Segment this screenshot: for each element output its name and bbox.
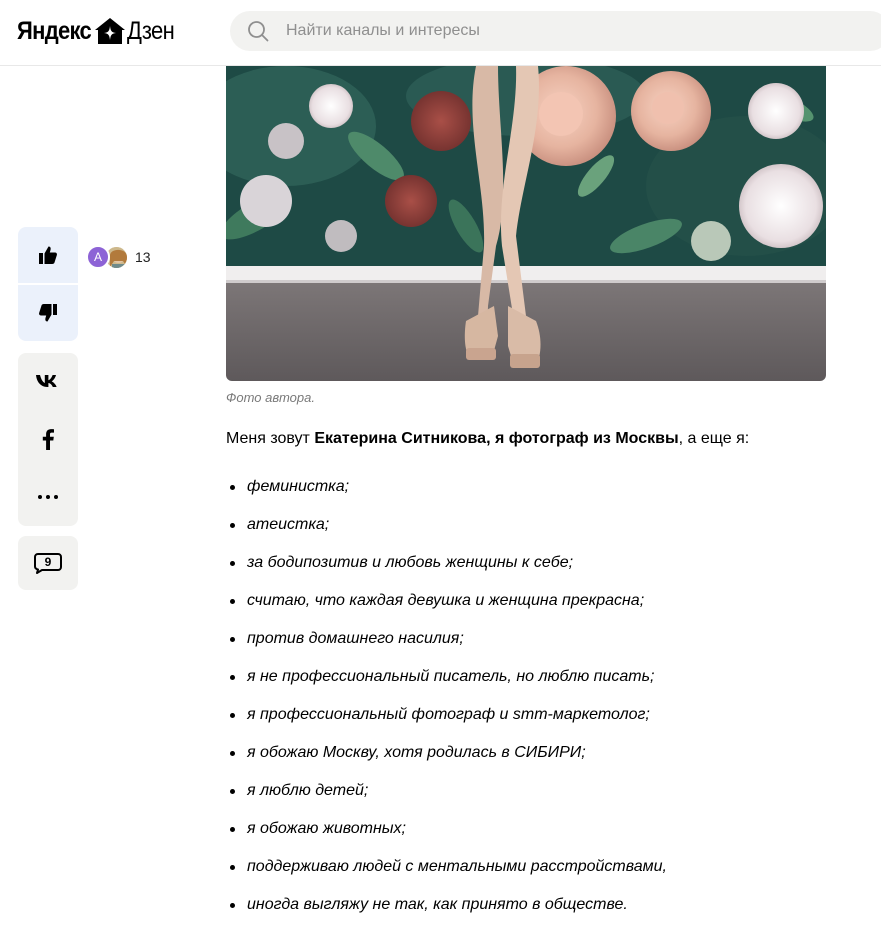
comments-button[interactable]: 9 [18, 536, 78, 590]
like-count: 13 [135, 249, 151, 265]
share-panel [18, 353, 78, 526]
logo-dzen-text: Дзен [127, 16, 175, 45]
vk-icon [36, 375, 57, 387]
thumbs-up-icon [39, 246, 57, 264]
yandex-dzen-logo[interactable]: Яндекс Дзен [17, 14, 181, 48]
facebook-icon [42, 429, 54, 450]
list-item: за бодипозитив и любовь женщины к себе; [226, 554, 667, 592]
intro-suffix: , а еще я: [678, 430, 750, 447]
list-item: считаю, что каждая девушка и женщина пре… [226, 592, 667, 630]
list-item: я не профессиональный писатель, но люблю… [226, 668, 667, 706]
list-item: феминистка; [226, 478, 667, 516]
list-item: я обожаю животных; [226, 820, 667, 858]
share-vk-button[interactable] [18, 353, 78, 409]
comment-counter: 9 [33, 552, 63, 574]
comments-count: 9 [44, 555, 52, 569]
share-facebook-button[interactable] [18, 411, 78, 467]
list-item: иногда выгляжу не так, как принято в общ… [226, 896, 667, 929]
more-icon [38, 495, 58, 499]
list-item: я обожаю Москву, хотя родилась в СИБИРИ; [226, 744, 667, 782]
article-intro: Меня зовут Екатерина Ситникова, я фотогр… [226, 430, 749, 448]
dislike-button[interactable] [18, 285, 78, 341]
likers-summary[interactable]: А 13 [86, 244, 151, 270]
search-bar[interactable] [230, 11, 881, 51]
intro-bold: Екатерина Ситникова, я фотограф из Москв… [314, 430, 679, 447]
top-header: Яндекс Дзен [0, 0, 881, 66]
list-item: я профессиональный фотограф и smm-маркет… [226, 706, 667, 744]
intro-prefix: Меня зовут [226, 430, 315, 447]
dzen-house-icon [93, 16, 127, 46]
photo-caption: Фото автора. [226, 390, 315, 405]
more-button[interactable] [18, 469, 78, 525]
thumbs-down-icon [39, 304, 57, 322]
list-item: я люблю детей; [226, 782, 667, 820]
search-icon[interactable] [247, 20, 269, 42]
list-item: атеистка; [226, 516, 667, 554]
search-input[interactable] [286, 11, 846, 51]
avatar: А [86, 245, 110, 269]
like-button[interactable] [18, 227, 78, 283]
list-item: против домашнего насилия; [226, 630, 667, 668]
list-item: поддерживаю людей с ментальными расстрой… [226, 858, 667, 896]
article-photo [226, 66, 826, 381]
logo-yandex-text: Яндекс [17, 16, 92, 45]
article-list: феминистка; атеистка; за бодипозитив и л… [226, 478, 667, 929]
